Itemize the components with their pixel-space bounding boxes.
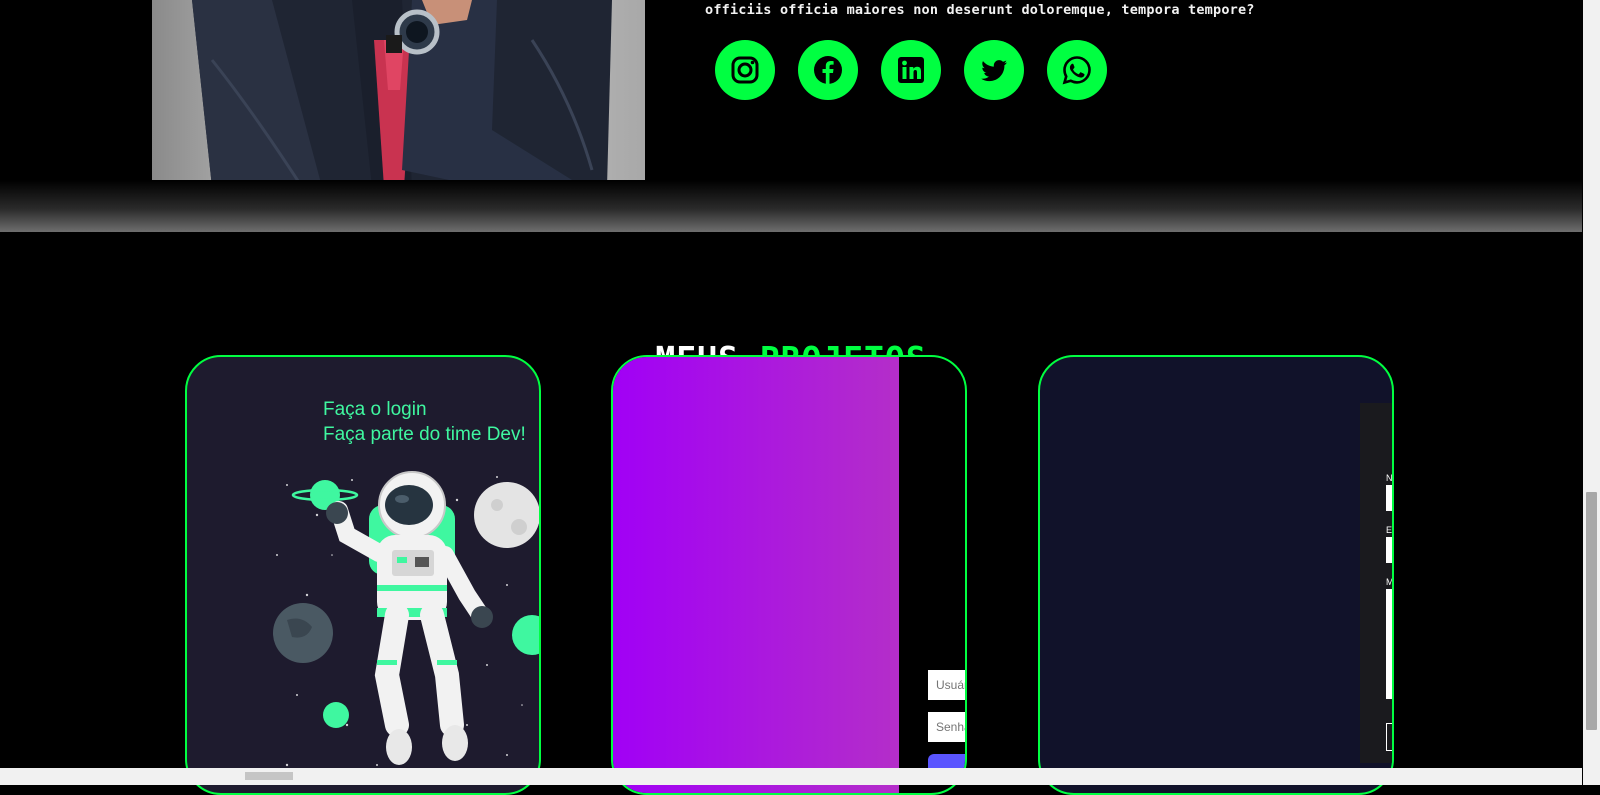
name-label: No	[1386, 473, 1393, 483]
linkedin-icon	[898, 57, 924, 83]
twitter-icon	[981, 60, 1007, 82]
linkedin-link[interactable]	[881, 40, 941, 100]
contact-form-panel: No Em Me	[1360, 403, 1394, 763]
whatsapp-icon	[1062, 56, 1091, 85]
horizontal-scrollbar[interactable]	[0, 768, 1582, 785]
email-label: Em	[1386, 525, 1393, 535]
send-button[interactable]	[1386, 723, 1392, 751]
login-heading-line1: Faça o login	[323, 399, 427, 420]
message-textarea[interactable]	[1386, 589, 1392, 699]
login-heading-line2: Faça parte do time Dev!	[323, 424, 526, 445]
project-card-contact[interactable]: No Em Me	[1038, 355, 1394, 795]
astronaut-illustration	[273, 471, 539, 767]
message-label: Me	[1386, 577, 1394, 587]
whatsapp-link[interactable]	[1047, 40, 1107, 100]
gradient-panel	[613, 357, 899, 793]
profile-photo	[152, 0, 645, 187]
facebook-icon	[814, 56, 842, 84]
name-input[interactable]	[1386, 485, 1392, 511]
instagram-icon	[731, 56, 759, 84]
horizontal-scroll-thumb[interactable]	[245, 772, 293, 780]
username-input[interactable]	[928, 670, 965, 700]
about-description: officiis officia maiores non deserunt do…	[705, 2, 1255, 18]
twitter-link[interactable]	[964, 40, 1024, 100]
social-links	[715, 40, 1107, 100]
project-card-login[interactable]: Faça o login Faça parte do time Dev!	[185, 355, 541, 795]
project-card-signin[interactable]	[611, 355, 967, 795]
instagram-link[interactable]	[715, 40, 775, 100]
vertical-scroll-thumb[interactable]	[1586, 492, 1597, 730]
login-heading: Faça o login Faça parte do time Dev!	[323, 397, 526, 447]
profile-photo-illustration	[192, 0, 612, 187]
section-divider	[0, 180, 1582, 232]
facebook-link[interactable]	[798, 40, 858, 100]
password-input[interactable]	[928, 712, 965, 742]
about-section: officiis officia maiores non deserunt do…	[0, 0, 1582, 232]
email-input[interactable]	[1386, 537, 1392, 563]
